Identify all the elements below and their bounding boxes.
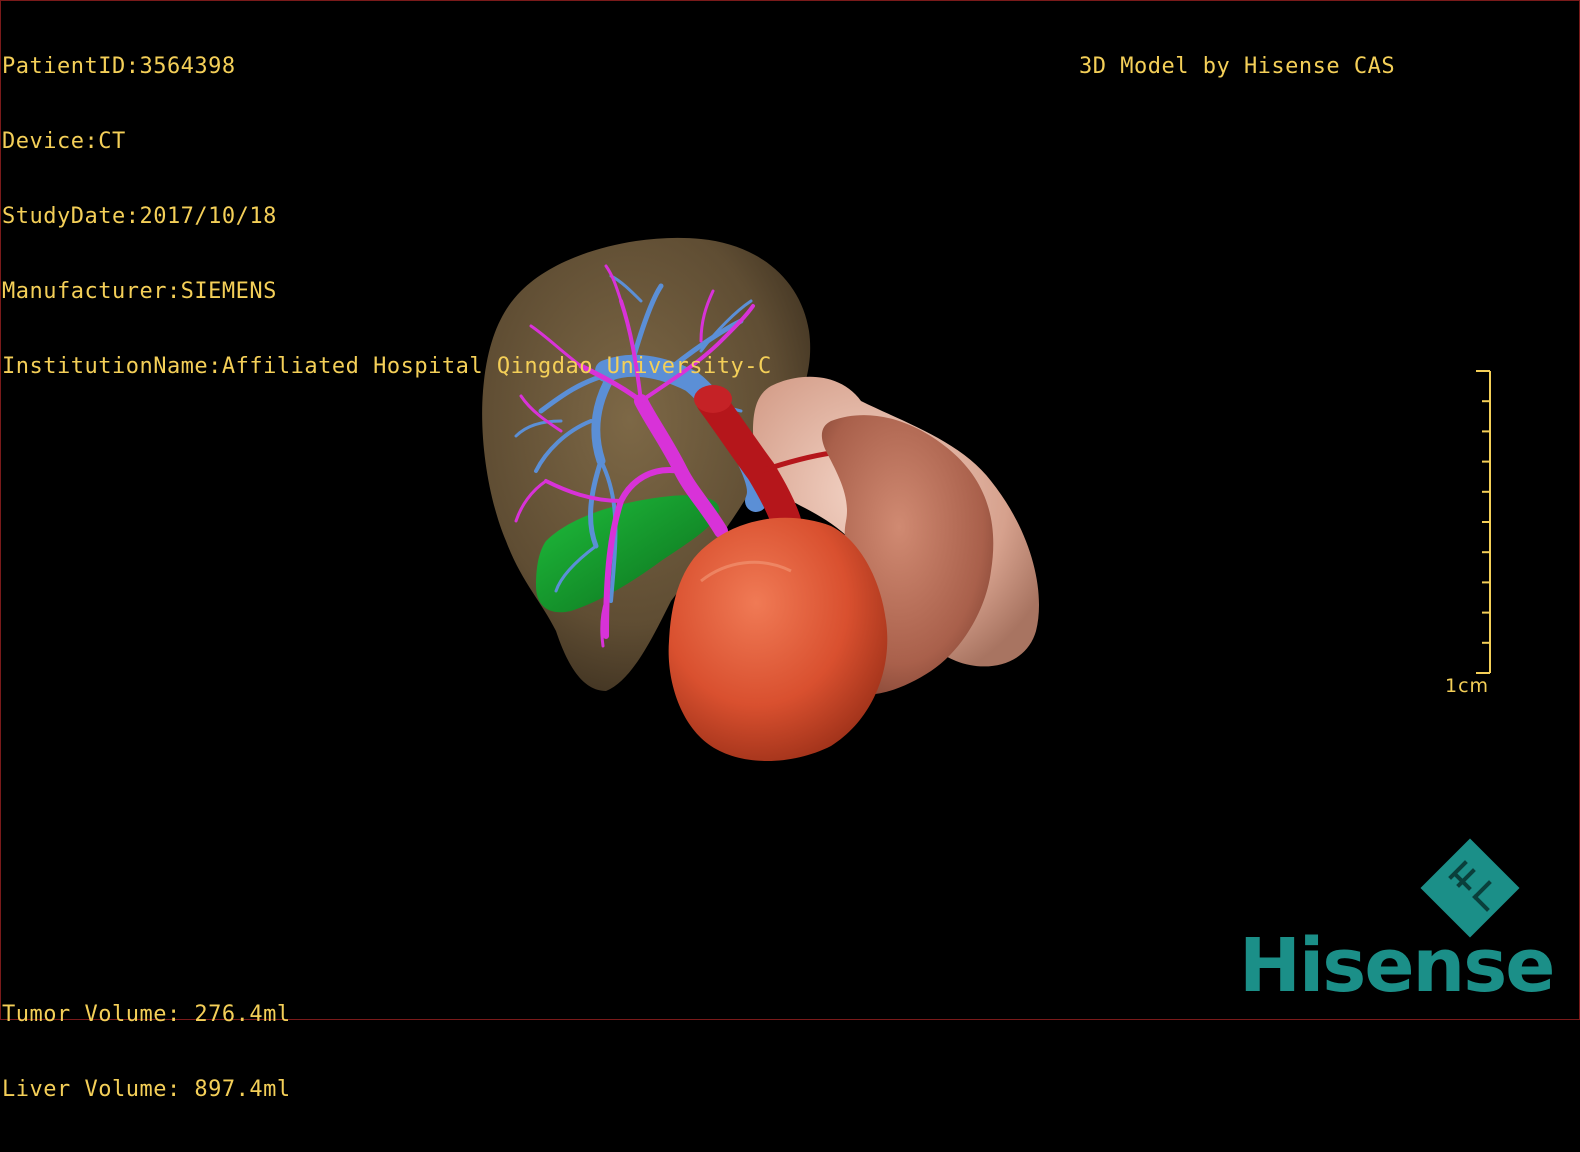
dicom-info-overlay: PatientID:3564398 Device:CT StudyDate:20… [2, 4, 772, 429]
3d-viewport[interactable]: PatientID:3564398 Device:CT StudyDate:20… [0, 0, 1580, 1102]
credit-text: 3D Model by Hisense CAS [1079, 54, 1396, 79]
model-credit: 3D Model by Hisense CAS [1079, 4, 1395, 129]
volume-overlay: Tumor Volume: 276.4ml Liver Volume: 897.… [2, 952, 291, 1152]
scale-bar [1476, 370, 1491, 674]
scale-label: 1cm [1445, 675, 1490, 697]
manufacturer-text: Manufacturer:SIEMENS [2, 279, 277, 304]
device-text: Device:CT [2, 129, 126, 154]
hisense-wordmark: Hisense [1239, 923, 1555, 1009]
tumor-volume-text: Tumor Volume: 276.4ml [2, 1002, 291, 1027]
tumor [668, 517, 888, 761]
institution-text: InstitutionName:Affiliated Hospital Qing… [2, 354, 772, 379]
patient-id-text: PatientID:3564398 [2, 54, 236, 79]
liver-volume-text: Liver Volume: 897.4ml [2, 1077, 291, 1102]
study-date-text: StudyDate:2017/10/18 [2, 204, 277, 229]
